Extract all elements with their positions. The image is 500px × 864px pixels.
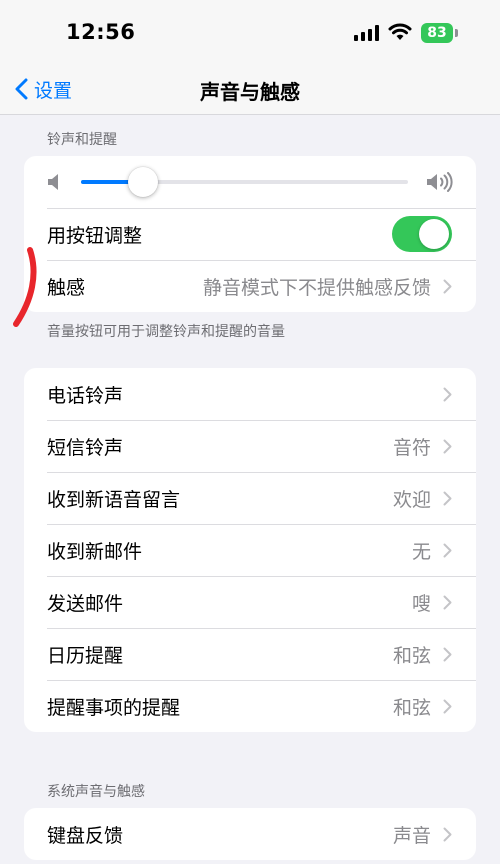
sound-row-text-tone[interactable]: 短信铃声 音符 [24,420,476,472]
chevron-right-icon [443,439,452,453]
volume-slider-thumb[interactable] [128,167,159,197]
speaker-low-icon [48,174,58,190]
status-time: 12:56 [66,20,136,44]
change-with-buttons-label: 用按钮调整 [47,224,143,247]
chevron-right-icon [443,595,452,609]
haptics-label: 触感 [47,276,86,299]
keyboard-feedback-value: 声音 [392,824,431,847]
sound-row-label: 短信铃声 [47,436,124,459]
keyboard-feedback-label: 键盘反馈 [47,824,124,847]
keyboard-feedback-row[interactable]: 键盘反馈 声音 [24,808,476,860]
change-with-buttons-row: 用按钮调整 [24,208,476,260]
change-with-buttons-toggle[interactable] [392,216,452,252]
battery-cap [455,29,458,37]
sound-row-value: 和弦 [392,644,431,667]
sound-row-calendar-alerts[interactable]: 日历提醒 和弦 [24,628,476,680]
volume-slider[interactable] [81,167,408,197]
haptics-value: 静音模式下不提供触感反馈 [202,276,431,299]
sound-row-new-mail[interactable]: 收到新邮件 无 [24,524,476,576]
sound-row-ringtone[interactable]: 电话铃声 [24,368,476,420]
chevron-right-icon [443,827,452,841]
chevron-right-icon [443,543,452,557]
haptics-row[interactable]: 触感 静音模式下不提供触感反馈 [24,260,476,312]
chevron-right-icon [443,279,452,293]
sound-row-label: 提醒事项的提醒 [47,696,181,719]
cellular-signal-icon [354,25,379,41]
wifi-icon [388,23,412,40]
sound-row-value: 音符 [392,436,431,459]
speaker-high-icon [427,172,453,192]
sound-row-reminder-alerts[interactable]: 提醒事项的提醒 和弦 [24,680,476,732]
sound-row-label: 电话铃声 [47,384,124,407]
system-group: 键盘反馈 声音 [24,808,476,860]
sound-row-value: 嗖 [411,592,431,615]
chevron-right-icon [443,647,452,661]
section-header-ringer: 铃声和提醒 [47,132,117,148]
page-title: 声音与触感 [200,80,300,104]
section-header-system: 系统声音与触感 [47,784,145,800]
sound-row-value: 无 [411,540,431,563]
sound-row-label: 日历提醒 [47,644,124,667]
sound-row-sent-mail[interactable]: 发送邮件 嗖 [24,576,476,628]
sound-row-label: 收到新邮件 [47,540,143,563]
navigation-bar: 设置 声音与触感 [0,64,500,115]
section-footer-ringer: 音量按钮可用于调整铃声和提醒的音量 [47,324,285,340]
sound-row-label: 发送邮件 [47,592,124,615]
toggle-knob [419,219,449,249]
sound-row-value: 欢迎 [392,488,431,511]
status-bar: 12:56 83 [0,0,500,64]
battery-indicator: 83 [421,23,453,43]
volume-row [24,156,476,208]
red-annotation-mark [13,247,37,327]
ringer-group: 用按钮调整 触感 静音模式下不提供触感反馈 [24,156,476,312]
sound-row-label: 收到新语音留言 [47,488,181,511]
chevron-right-icon [443,387,452,401]
sound-row-value: 和弦 [392,696,431,719]
sound-row-new-voicemail[interactable]: 收到新语音留言 欢迎 [24,472,476,524]
chevron-right-icon [443,491,452,505]
sounds-group: 电话铃声 短信铃声 音符 收到新语音留言 欢迎 收到新邮件 无 发送邮件 嗖 日… [24,368,476,732]
chevron-right-icon [443,699,452,713]
